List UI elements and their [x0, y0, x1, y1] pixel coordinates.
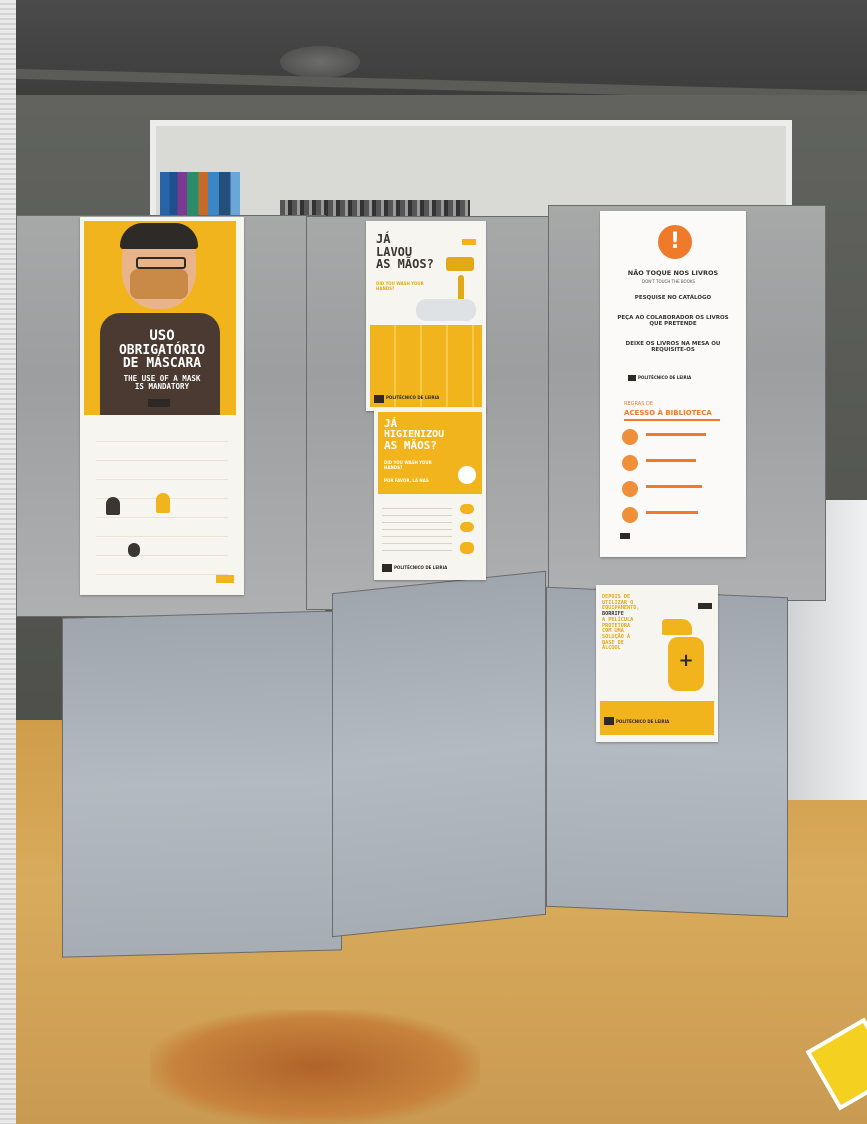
poster-rules: ! NÃO TOQUE NOS LIVROS DON'T TOUCH THE B… — [600, 211, 746, 557]
rule-icon-4 — [622, 507, 638, 523]
poster-spray-corner-mark — [698, 603, 712, 609]
poster-rules-header-en: DON'T TOUCH THE BOOKS — [642, 279, 696, 284]
poster-rules-header: NÃO TOQUE NOS LIVROS — [627, 269, 719, 277]
poster-hands-title-1: JÁ — [376, 232, 391, 246]
sanitizer-icon — [458, 466, 476, 484]
panel-bottom-left — [62, 610, 342, 958]
poster-sanitize-cta: POR FAVOR, LÁ NAS — [384, 478, 429, 483]
image-left-border — [0, 0, 16, 1124]
books-colored — [160, 172, 240, 220]
poster-spray-footer-band — [600, 701, 714, 735]
poster-sanitize-logo: POLITÉCNICO DE LEIRIA — [394, 565, 448, 570]
person-hair — [120, 223, 198, 249]
poster-spray-logo-icon — [604, 717, 614, 725]
warning-icon: ! — [658, 225, 692, 259]
poster-mask-figure-b — [156, 493, 170, 513]
poster-spray-logo: POLITÉCNICO DE LEIRIA — [616, 719, 670, 724]
poster-rules-item-1: PESQUISE NO CATÁLOGO — [634, 295, 712, 301]
poster-hands-corner-mark — [462, 239, 476, 245]
poster-rules-footer-mark — [620, 533, 630, 539]
rule-text-bar-4 — [646, 511, 698, 514]
hand-step-icon-1 — [460, 504, 474, 514]
poster-sanitize-steps — [382, 502, 452, 554]
poster-rules-item-2: PEÇA AO COLABORADOR OS LIVROS QUE PRETEN… — [617, 315, 729, 327]
poster-mask-title-3: DE MÁSCARA — [122, 356, 202, 372]
poster-mask-figure-a — [106, 497, 120, 515]
hand-step-icon-3 — [460, 542, 474, 554]
poster-sanitize-subtitle: DID YOU WASH YOUR HANDS? — [384, 460, 432, 470]
rule-text-bar-2 — [646, 459, 696, 462]
person-glasses — [136, 257, 186, 269]
hands-illustration — [416, 299, 476, 321]
poster-rules-divider — [624, 419, 720, 421]
poster-mask-logo-icon — [148, 399, 170, 407]
poster-rules-logo: POLITÉCNICO DE LEIRIA — [638, 375, 692, 380]
mask-icon — [130, 269, 188, 299]
poster-rules-item-3: DEIXE OS LIVROS NA MESA OU REQUISITE-OS — [625, 341, 721, 353]
spray-bottle-head — [662, 619, 692, 635]
rule-icon-2 — [622, 455, 638, 471]
rule-text-bar-3 — [646, 485, 702, 488]
poster-sanitize: JÁ HIGIENIZOU AS MÃOS? DID YOU WASH YOUR… — [374, 408, 486, 580]
poster-hands-subtitle: DID YOU WASH YOUR HANDS? — [376, 281, 424, 291]
poster-rules-section-kicker: REGRAS DE — [624, 401, 653, 407]
poster-mask: USO OBRIGATÓRIO DE MÁSCARA THE USE OF A … — [80, 217, 244, 595]
poster-hands-title-3: AS MÃOS? — [376, 257, 434, 272]
poster-sanitize-logo-icon — [382, 564, 392, 572]
rule-icon-3 — [622, 481, 638, 497]
poster-hands-logo: POLITÉCNICO DE LEIRIA — [386, 395, 440, 400]
hand-step-icon-2 — [460, 522, 474, 532]
poster-sanitize-title-1: JÁ — [384, 417, 398, 430]
poster-rules-section-title: ACESSO À BIBLIOTECA — [624, 409, 712, 417]
poster-mask-figure-c — [128, 543, 140, 557]
poster-spray: DEPOIS DE UTILIZAR O EQUIPAMENTO, BORRIF… — [596, 585, 718, 742]
panel-bottom-middle — [332, 570, 546, 938]
poster-mask-footer-mark — [216, 575, 234, 583]
poster-sanitize-title-3: AS MÃOS? — [384, 439, 437, 453]
poster-mask-subtitle-2: IS MANDATORY — [134, 381, 190, 391]
poster-rules-logo-icon — [628, 375, 636, 381]
rule-icon-1 — [622, 429, 638, 445]
floor-stain — [150, 1010, 480, 1124]
photo-scene: USO OBRIGATÓRIO DE MÁSCARA THE USE OF A … — [0, 0, 867, 1124]
ceiling-light — [280, 46, 360, 78]
faucet-icon — [446, 257, 474, 271]
plus-icon: + — [678, 650, 694, 671]
poster-spray-line-10: ÁLCOOL — [602, 645, 621, 652]
rule-text-bar-1 — [646, 433, 706, 436]
poster-mask-title-1: USO — [149, 328, 175, 344]
poster-hands: JÁ LAVOU AS MÃOS? DID YOU WASH YOUR HAND… — [366, 221, 486, 411]
poster-hands-logo-icon — [374, 395, 384, 403]
